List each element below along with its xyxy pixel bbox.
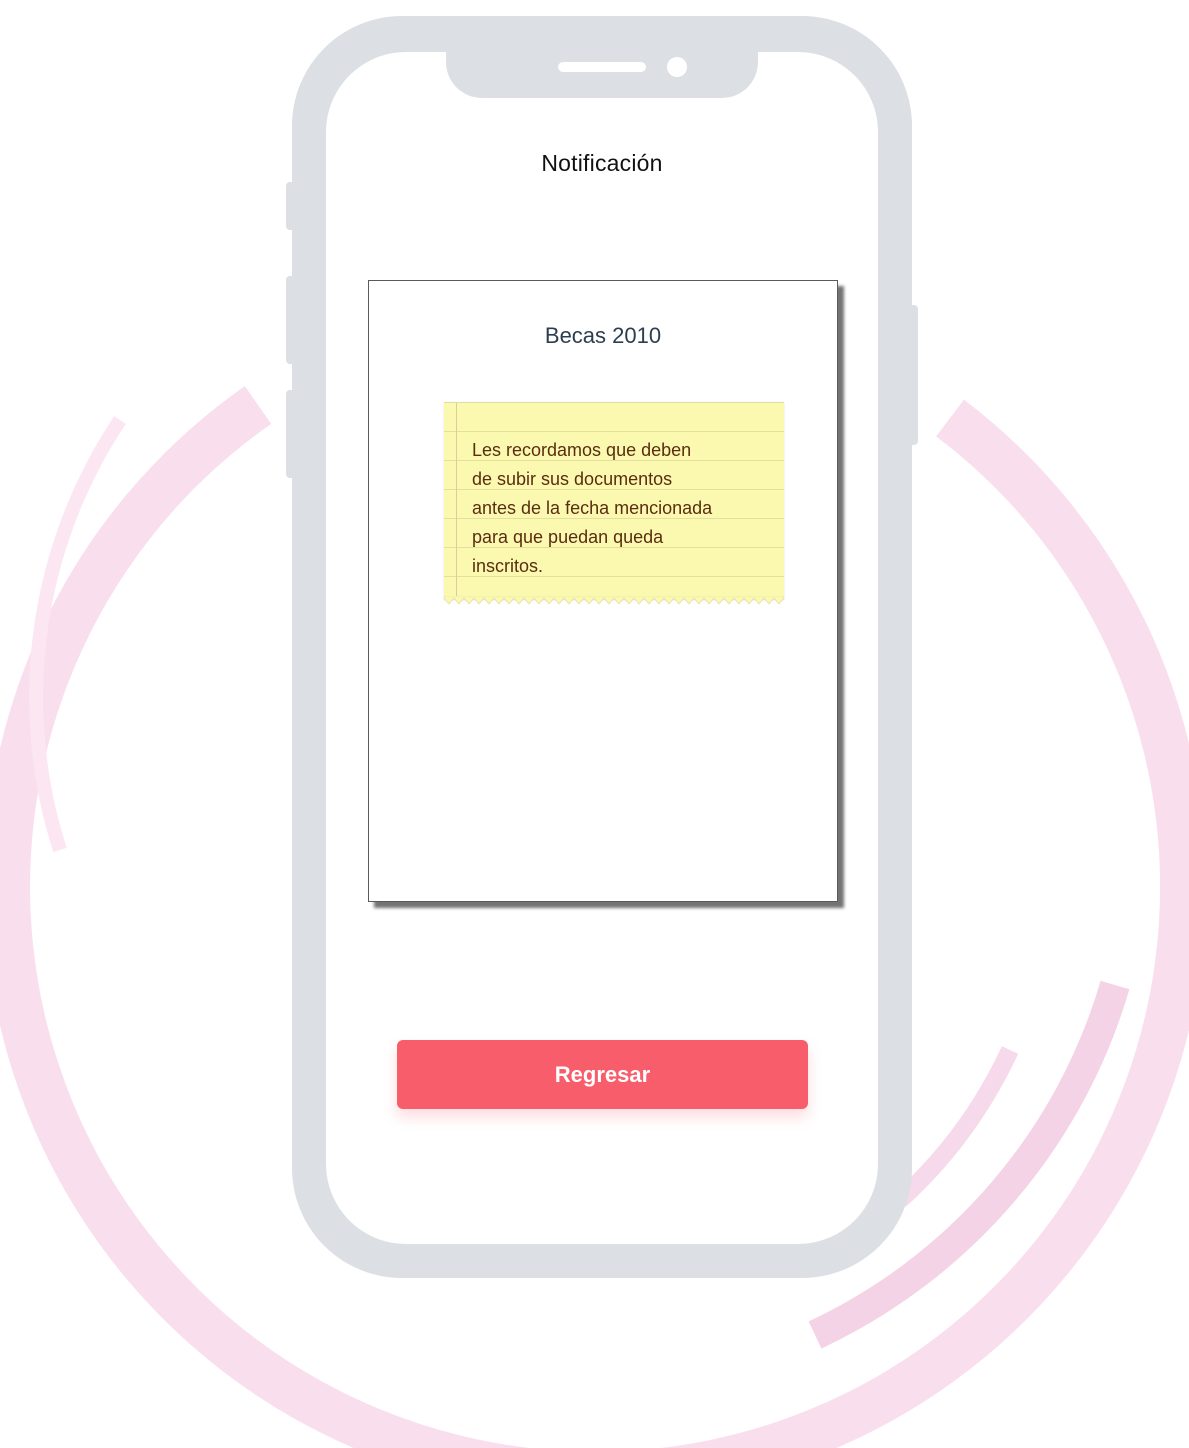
camera-icon [667,57,687,77]
phone-side-button-1 [286,182,296,230]
sticky-note-edge [444,596,784,605]
card-title: Becas 2010 [544,323,662,348]
phone-power-button [908,305,918,445]
phone-side-button-2 [286,276,296,364]
back-button[interactable]: Regresar [397,1040,808,1109]
phone-side-button-3 [286,390,296,478]
note-message: Les recordamos que deben de subir sus do… [472,440,713,576]
phone-notch [446,48,758,98]
page-title: Notificación [541,150,663,176]
speaker-icon [558,62,646,72]
